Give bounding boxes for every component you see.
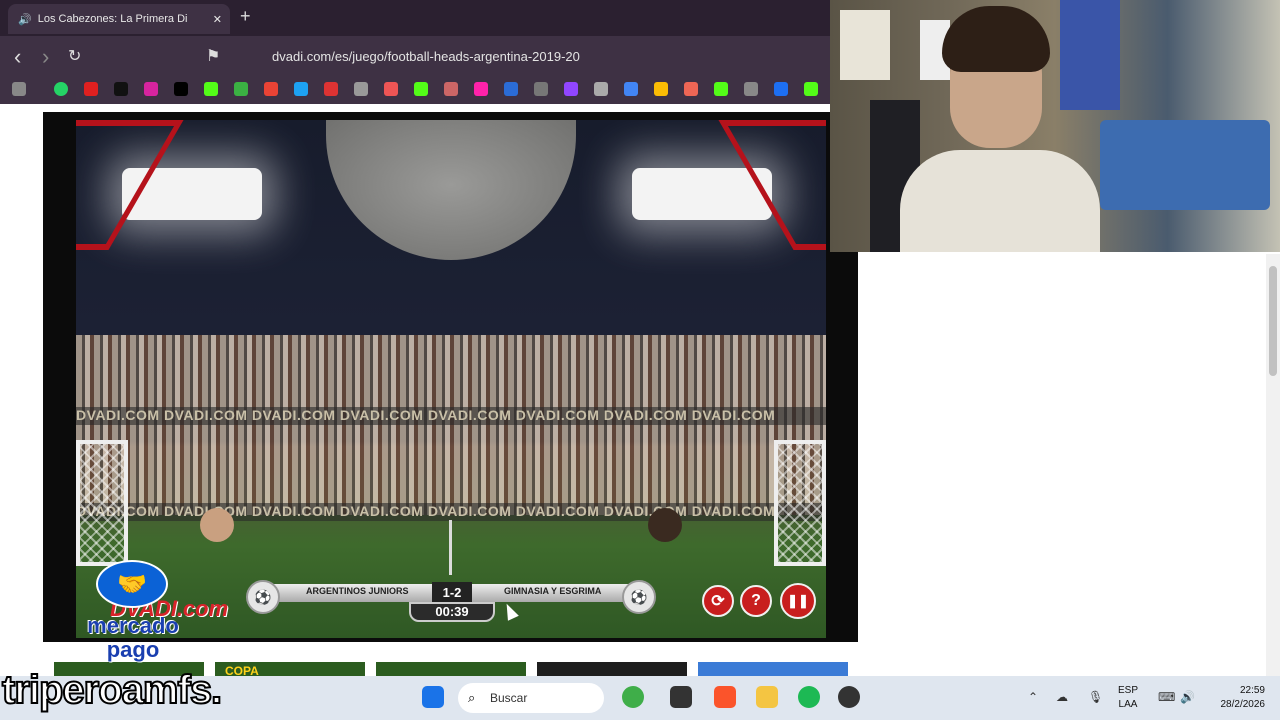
ad-band-upper: DVADI.COM DVADI.COM DVADI.COM DVADI.COM … <box>76 407 826 425</box>
mercado-pago-logo: mercado pago <box>87 613 179 662</box>
bookmark-icon-6[interactable] <box>234 82 248 96</box>
back-button[interactable]: ‹ <box>14 44 21 70</box>
bookmark-icon-20[interactable] <box>654 82 668 96</box>
score: 1-2 <box>432 582 472 604</box>
youtube-icon[interactable] <box>84 82 98 96</box>
close-icon[interactable]: ✕ <box>213 13 222 26</box>
kick-icon[interactable] <box>204 82 218 96</box>
brave-icon[interactable] <box>714 686 736 708</box>
paypal-icon[interactable] <box>774 82 788 96</box>
scrollbar-thumb[interactable] <box>1269 266 1277 376</box>
address-bar[interactable]: dvadi.com/es/juego/football-heads-argent… <box>240 43 810 71</box>
scoreboard: ⚽ ARGENTINOS JUNIORS 1-2 GIMNASIA Y ESGR… <box>246 578 656 622</box>
new-tab-button[interactable]: + <box>240 6 251 27</box>
volume-icon[interactable]: 🔊 <box>1180 690 1195 704</box>
x-icon[interactable] <box>174 82 188 96</box>
bookmark-icon-23[interactable] <box>744 82 758 96</box>
game-thumbnail[interactable] <box>376 662 526 676</box>
streamer-watermark: triperoamfs. <box>1 667 223 713</box>
match-timer: 00:39 <box>409 602 495 622</box>
bookmark-icon-13[interactable] <box>444 82 458 96</box>
whatsapp-icon[interactable] <box>54 82 68 96</box>
kick-icon-3[interactable] <box>804 82 818 96</box>
bookmark-icon-11[interactable] <box>384 82 398 96</box>
team-right-name: GIMNASIA Y ESGRIMA <box>504 586 602 596</box>
language-indicator[interactable]: ESP LAA <box>1118 684 1138 712</box>
tab-bar: 🔊 Los Cabezones: La Primera Di ✕ + <box>0 0 830 36</box>
chevron-up-icon[interactable]: ⌃ <box>1028 690 1038 704</box>
scrollbar[interactable] <box>1266 254 1280 676</box>
tiktok-icon[interactable] <box>114 82 128 96</box>
bookmark-icon-14[interactable] <box>474 82 488 96</box>
twitch-icon[interactable] <box>564 82 578 96</box>
crowd <box>76 335 826 515</box>
speaker-icon: 🔊 <box>18 13 32 26</box>
poster <box>840 10 890 80</box>
handshake-icon: 🤝 <box>96 560 168 608</box>
pause-button[interactable]: ❚❚ <box>780 583 816 619</box>
bookmark-icon-18[interactable] <box>594 82 608 96</box>
apps-icon[interactable] <box>12 82 26 96</box>
webcam-overlay <box>830 0 1280 252</box>
microphone-icon[interactable]: 🎙 <box>1088 690 1103 704</box>
bookmark-icon-8[interactable] <box>294 82 308 96</box>
crest-left-icon: ⚽ <box>246 580 280 614</box>
forward-button[interactable]: › <box>42 44 49 70</box>
search-icon: ⌕ <box>468 690 476 705</box>
bed <box>1100 120 1270 210</box>
stadium-roof <box>326 120 576 260</box>
streamer-hair <box>942 6 1050 72</box>
game-canvas[interactable]: DVADI.COM DVADI.COM DVADI.COM DVADI.COM … <box>76 120 826 638</box>
midfield-line <box>449 520 452 575</box>
bookmark-icon[interactable]: ⚑ <box>206 46 220 66</box>
team-left-name: ARGENTINOS JUNIORS <box>306 586 409 596</box>
player-right <box>648 508 682 542</box>
clock[interactable]: 22:59 28/2/2026 <box>1205 684 1266 712</box>
bookmark-icon-16[interactable] <box>534 82 548 96</box>
player-left <box>200 508 234 542</box>
tab-title: Los Cabezones: La Primera Di <box>37 13 188 25</box>
bookmark-icon-15[interactable] <box>504 82 518 96</box>
bookmark-icon-9[interactable] <box>324 82 338 96</box>
docs-icon[interactable] <box>624 82 638 96</box>
game-thumbnail[interactable]: COPA <box>215 662 365 676</box>
bookmark-icon-21[interactable] <box>684 82 698 96</box>
spotify-icon[interactable] <box>798 686 820 708</box>
reload-button[interactable]: ↻ <box>68 46 81 66</box>
game-thumbnail[interactable] <box>537 662 687 676</box>
goal-left <box>76 440 128 566</box>
kick-icon-2[interactable] <box>414 82 428 96</box>
cloud-icon[interactable]: ☁ <box>1056 690 1068 704</box>
curtain <box>1060 0 1120 110</box>
ad-band-lower: DVADI.COM DVADI.COM DVADI.COM DVADI.COM … <box>76 503 826 521</box>
widgets-icon[interactable] <box>622 686 644 708</box>
tab-active[interactable]: 🔊 Los Cabezones: La Primera Di ✕ <box>8 4 230 34</box>
gmail-icon[interactable] <box>264 82 278 96</box>
network-icon[interactable]: ⌨ <box>1158 690 1175 704</box>
bookmarks-bar <box>0 76 830 104</box>
taskbar-search[interactable]: Buscar <box>458 683 604 713</box>
goal-right <box>774 440 826 566</box>
app-icon[interactable] <box>838 686 860 708</box>
bookmark-icon-22[interactable] <box>714 82 728 96</box>
game-thumbnail[interactable] <box>698 662 848 676</box>
task-view-icon[interactable] <box>670 686 692 708</box>
windows-start-icon[interactable] <box>422 686 444 708</box>
instagram-icon[interactable] <box>144 82 158 96</box>
streamer-body <box>900 150 1100 252</box>
restart-button[interactable]: ⟳ <box>702 585 734 617</box>
bookmark-icon-10[interactable] <box>354 82 368 96</box>
file-explorer-icon[interactable] <box>756 686 778 708</box>
crest-right-icon: ⚽ <box>622 580 656 614</box>
help-button[interactable]: ? <box>740 585 772 617</box>
